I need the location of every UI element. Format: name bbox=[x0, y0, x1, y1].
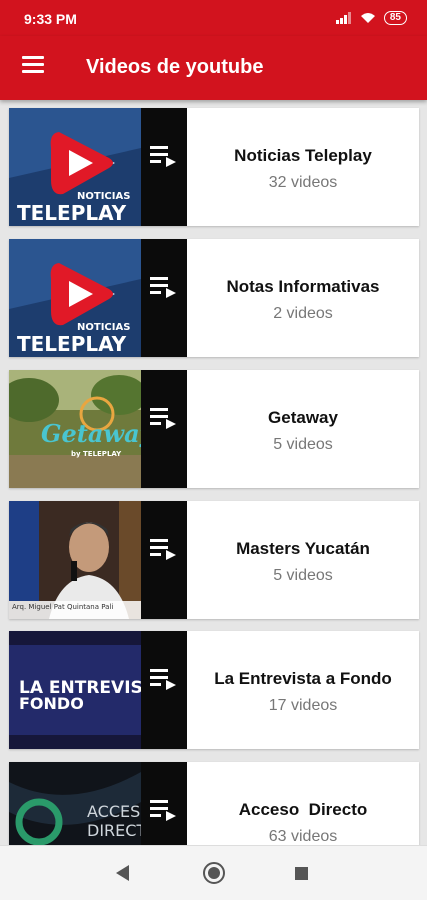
wifi-icon bbox=[360, 13, 375, 23]
playlist-overlay bbox=[141, 501, 187, 619]
thumb-text: Getaway bbox=[41, 419, 141, 448]
playlist-info: La Entrevista a Fondo 17 videos bbox=[187, 631, 419, 749]
playlist-list[interactable]: NOTICIAS TELEPLAY Noticias Teleplay 32 v… bbox=[0, 100, 427, 845]
page-title: Videos de youtube bbox=[86, 56, 264, 78]
status-bar: 9:33 PM 85 bbox=[0, 0, 427, 36]
getaway-image: Getaway by TELEPLAY bbox=[9, 370, 141, 488]
playlist-video-count: 63 videos bbox=[268, 828, 338, 845]
playlist-info: Noticias Teleplay 32 videos bbox=[187, 108, 419, 226]
playlist-overlay bbox=[141, 762, 187, 845]
battery-indicator: 85 bbox=[383, 11, 407, 25]
playlist-video-count: 2 videos bbox=[273, 305, 333, 322]
playlist-icon bbox=[150, 539, 176, 560]
thumb-text: FONDO bbox=[19, 694, 84, 713]
playlist-icon bbox=[150, 800, 176, 821]
playlist-card[interactable]: Getaway by TELEPLAY Getaway 5 videos bbox=[9, 370, 419, 488]
thumb-text: by TELEPLAY bbox=[71, 450, 122, 458]
playlist-video-count: 5 videos bbox=[273, 567, 333, 584]
playlist-title: Acceso Directo bbox=[238, 800, 368, 819]
playlist-thumbnail: LA ENTREVISTA FONDO bbox=[9, 631, 187, 749]
thumb-text: DIRECTO bbox=[87, 821, 141, 840]
playlist-overlay bbox=[141, 108, 187, 226]
playlist-overlay bbox=[141, 370, 187, 488]
playlist-thumbnail: NOTICIAS TELEPLAY bbox=[9, 108, 187, 226]
thumb-text: ACCESO bbox=[87, 802, 141, 821]
playlist-info: Notas Informativas 2 videos bbox=[187, 239, 419, 357]
playlist-card[interactable]: ACCESO DIRECTO Acceso Directo 63 videos bbox=[9, 762, 419, 845]
status-time: 9:33 PM bbox=[24, 11, 77, 27]
back-icon[interactable] bbox=[116, 865, 129, 881]
recents-icon[interactable] bbox=[295, 867, 308, 880]
playlist-thumbnail: ACCESO DIRECTO bbox=[9, 762, 187, 845]
playlist-thumbnail: Getaway by TELEPLAY bbox=[9, 370, 187, 488]
thumb-text: Arq. Miguel Pat Quintana Pali bbox=[12, 603, 113, 611]
playlist-icon bbox=[150, 408, 176, 429]
playlist-video-count: 32 videos bbox=[268, 174, 338, 191]
playlist-card[interactable]: NOTICIAS TELEPLAY Noticias Teleplay 32 v… bbox=[9, 108, 419, 226]
playlist-icon bbox=[150, 277, 176, 298]
teleplay-logo-image: NOTICIAS TELEPLAY bbox=[9, 108, 141, 226]
playlist-title: Notas Informativas bbox=[226, 277, 380, 296]
signal-icon bbox=[335, 12, 351, 24]
status-icons: 85 bbox=[335, 11, 407, 25]
system-nav-bar bbox=[0, 845, 427, 900]
playlist-title: Getaway bbox=[268, 408, 338, 427]
interview-person-image: Arq. Miguel Pat Quintana Pali bbox=[9, 501, 141, 619]
home-icon[interactable] bbox=[203, 862, 225, 884]
app-bar: Videos de youtube bbox=[0, 36, 427, 100]
playlist-thumbnail: Arq. Miguel Pat Quintana Pali bbox=[9, 501, 187, 619]
playlist-card[interactable]: LA ENTREVISTA FONDO La Entrevista a Fond… bbox=[9, 631, 419, 749]
thumb-text: TELEPLAY bbox=[17, 201, 127, 225]
playlist-title: Noticias Teleplay bbox=[234, 146, 372, 165]
playlist-video-count: 17 videos bbox=[268, 697, 338, 714]
playlist-video-count: 5 videos bbox=[273, 436, 333, 453]
playlist-info: Getaway 5 videos bbox=[187, 370, 419, 488]
playlist-info: Masters Yucatán 5 videos bbox=[187, 501, 419, 619]
playlist-thumbnail: NOTICIAS TELEPLAY bbox=[9, 239, 187, 357]
thumb-text: TELEPLAY bbox=[17, 332, 127, 356]
playlist-overlay bbox=[141, 631, 187, 749]
menu-button[interactable] bbox=[22, 56, 46, 80]
playlist-icon bbox=[150, 146, 176, 167]
teleplay-logo-image: NOTICIAS TELEPLAY bbox=[9, 239, 141, 357]
playlist-card[interactable]: NOTICIAS TELEPLAY Notas Informativas 2 v… bbox=[9, 239, 419, 357]
playlist-title: Masters Yucatán bbox=[236, 539, 370, 558]
playlist-overlay bbox=[141, 239, 187, 357]
playlist-card[interactable]: Arq. Miguel Pat Quintana Pali Masters Yu… bbox=[9, 501, 419, 619]
playlist-info: Acceso Directo 63 videos bbox=[187, 762, 419, 845]
hamburger-icon bbox=[22, 56, 44, 59]
playlist-title: La Entrevista a Fondo bbox=[214, 669, 392, 688]
entrevista-logo-image: LA ENTREVISTA FONDO bbox=[9, 631, 141, 749]
playlist-icon bbox=[150, 669, 176, 690]
acceso-directo-image: ACCESO DIRECTO bbox=[9, 762, 141, 845]
